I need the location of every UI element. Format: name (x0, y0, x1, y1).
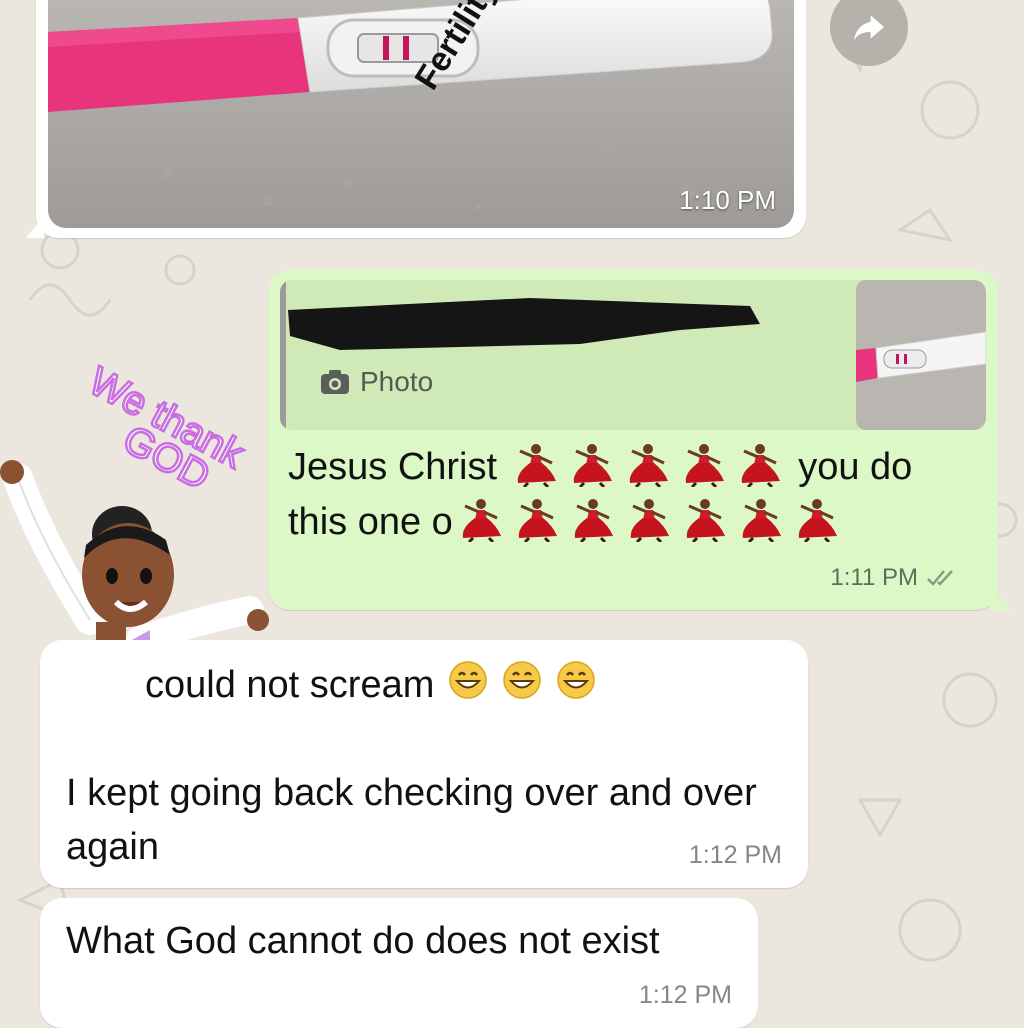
reply-timestamp: 1:11 PM (830, 564, 918, 591)
dancer-emoji (624, 443, 672, 489)
bubble-tail (26, 216, 44, 238)
dancer-emoji (569, 498, 617, 544)
message-first-line: could not scream (145, 660, 596, 710)
incoming-message-bubble[interactable]: could not scream I kept going back check… (40, 640, 808, 888)
double-check-icon (927, 570, 953, 586)
quoted-photo-thumbnail[interactable] (856, 280, 986, 430)
quote-type-text: Photo (360, 366, 434, 397)
message-timestamp: 1:12 PM (638, 981, 732, 1009)
outgoing-reply-bubble[interactable]: Photo Jesus Christ you do this one o 1:1… (268, 270, 1012, 610)
dancer-emoji (737, 498, 785, 544)
message-first-line-text: could not scream (145, 663, 435, 706)
forward-icon (854, 15, 884, 41)
dancer-emoji (681, 498, 729, 544)
message-body: What God cannot do does not exist (66, 920, 660, 962)
grinning-emoji (502, 660, 542, 700)
message-timestamp: 1:12 PM (688, 841, 782, 869)
dancer-emoji (736, 443, 784, 489)
dancer-emoji (512, 443, 560, 489)
dancer-emoji (457, 498, 505, 544)
reply-timestamp-row: 1:11 PM (830, 564, 958, 592)
reply-text: Jesus Christ you do this one o (288, 440, 978, 550)
dancer-emoji (625, 498, 673, 544)
bubble-tail (990, 586, 1012, 610)
quote-type-label: Photo (320, 366, 433, 398)
incoming-message-bubble[interactable]: What God cannot do does not exist 1:12 P… (40, 898, 758, 1028)
photo-timestamp: 1:10 PM (679, 185, 776, 215)
quoted-message[interactable]: Photo (280, 280, 986, 430)
grinning-emoji (556, 660, 596, 700)
dancer-emoji (680, 443, 728, 489)
reply-text-part2: you do (798, 446, 913, 488)
grinning-emoji (448, 660, 488, 700)
dancer-emoji (793, 498, 841, 544)
dancer-emoji (513, 498, 561, 544)
message-body: I kept going back checking over and over… (66, 772, 757, 868)
photo-message-bubble[interactable]: Fertilityw 1:10 PM (26, 0, 806, 238)
redacted-name (288, 298, 760, 350)
dancer-emoji (568, 443, 616, 489)
camera-icon (321, 370, 349, 394)
